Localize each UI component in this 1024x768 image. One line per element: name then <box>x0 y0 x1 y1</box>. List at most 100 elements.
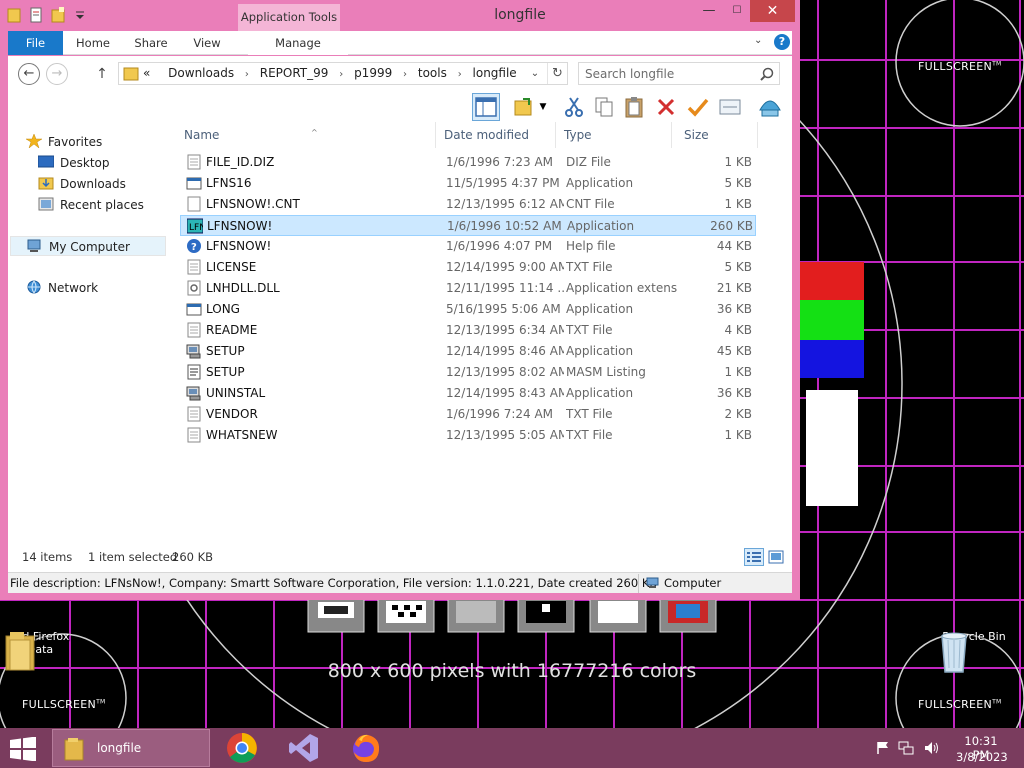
tab-file[interactable]: File <box>8 31 63 55</box>
table-row[interactable]: LONG 5/16/1995 5:06 AM Application 36 KB <box>180 299 756 320</box>
file-date-modified: 5/16/1995 5:06 AM <box>446 302 561 316</box>
shell-icon[interactable] <box>756 93 784 121</box>
maximize-button[interactable]: ☐ <box>722 0 752 22</box>
minimize-button[interactable]: — <box>694 0 724 22</box>
file-date-modified: 1/6/1996 4:07 PM <box>446 239 553 253</box>
table-row[interactable]: LFNSNOW!.CNT 12/13/1995 6:12 AM CNT File 1 … <box>180 194 756 215</box>
file-type: Application extens... <box>566 281 678 295</box>
application-icon <box>186 177 202 190</box>
desktop-icon-recycle-bin[interactable]: Recycle Bin <box>934 630 1014 673</box>
breadcrumb-item-report99[interactable]: REPORT_99 <box>260 66 329 80</box>
visual-studio-icon[interactable] <box>288 732 320 764</box>
file-name: SETUP <box>206 365 245 379</box>
table-row[interactable]: VENDOR 1/6/1996 7:24 AM TXT File 2 KB <box>180 404 756 425</box>
cut-icon[interactable] <box>560 93 588 121</box>
close-button[interactable]: ✕ <box>750 0 795 22</box>
quick-access-toolbar <box>6 6 88 24</box>
up-button[interactable]: ↑ <box>94 64 110 86</box>
table-row[interactable]: LICENSE 12/14/1995 9:00 AM TXT File 5 KB <box>180 257 756 278</box>
file-name: LFNS16 <box>206 176 252 190</box>
network-status-icon[interactable] <box>898 741 914 755</box>
help-icon[interactable]: ? <box>774 34 790 50</box>
file-type: CNT File <box>566 197 615 211</box>
file-size: 36 KB <box>716 302 752 316</box>
tab-view[interactable]: View <box>182 31 232 55</box>
folder-icon[interactable] <box>6 6 22 24</box>
column-header-type[interactable]: Type <box>558 122 672 148</box>
properties-icon[interactable] <box>28 6 44 24</box>
tab-share[interactable]: Share <box>126 31 176 55</box>
file-size: 21 KB <box>716 281 752 295</box>
copy-icon[interactable] <box>590 93 618 121</box>
file-name: LFNSNOW! <box>206 239 272 253</box>
nav-item-network[interactable]: Network <box>26 278 98 298</box>
table-row[interactable]: LNHDLL.DLL 12/11/1995 11:14 ... Applicatio… <box>180 278 756 299</box>
column-header-size[interactable]: Size <box>678 122 758 148</box>
windows-start-icon[interactable] <box>8 737 38 761</box>
breadcrumb-item-longfile[interactable]: longfile <box>473 66 517 80</box>
expand-ribbon-icon[interactable]: ⌄ <box>754 35 770 46</box>
desktop-icon-old-firefox-data[interactable]: Old Firefox Data <box>0 630 80 671</box>
volume-icon[interactable] <box>924 741 940 755</box>
search-input[interactable] <box>585 65 755 82</box>
breadcrumb-item-p1999[interactable]: p1999 <box>354 66 392 80</box>
new-folder-icon[interactable] <box>50 6 66 24</box>
clock-date[interactable]: 3/8/2023 <box>956 750 1008 764</box>
firefox-icon[interactable] <box>350 732 382 764</box>
breadcrumb-item-tools[interactable]: tools <box>418 66 447 80</box>
properties-icon[interactable] <box>716 93 744 121</box>
tab-home[interactable]: Home <box>68 31 118 55</box>
table-row[interactable]: UNINSTAL 12/14/1995 8:43 AM Application 36 … <box>180 383 756 404</box>
table-row[interactable]: ? LFNSNOW! 1/6/1996 4:07 PM Help file 44 KB <box>180 236 756 257</box>
move-to-folder-icon[interactable] <box>510 93 538 121</box>
table-row[interactable]: LFNS16 11/5/1995 4:37 PM Application 5 KB <box>180 173 756 194</box>
column-header-name[interactable]: Name ^ <box>178 122 436 148</box>
file-type: Application <box>566 302 634 316</box>
large-icons-view-icon[interactable] <box>768 549 784 565</box>
title-bar[interactable]: Application Tools longfile — ☐ ✕ <box>0 0 800 31</box>
breadcrumb-item-downloads[interactable]: Downloads <box>168 66 234 80</box>
file-date-modified: 12/13/1995 8:02 AM <box>446 365 564 379</box>
explorer-window: Application Tools longfile — ☐ ✕ File Ho… <box>0 0 800 600</box>
forward-button[interactable]: → <box>46 63 68 85</box>
file-type: Application <box>566 344 634 358</box>
taskbar-item-longfile[interactable]: longfile <box>52 729 210 767</box>
file-date-modified: 11/5/1995 4:37 PM <box>446 176 560 190</box>
address-bar[interactable]: « Downloads › REPORT_99 › p1999 › tools … <box>118 62 568 85</box>
table-row[interactable]: SETUP 12/14/1995 8:46 AM Application 45 KB <box>180 341 756 362</box>
table-row[interactable]: WHATSNEW 12/13/1995 5:05 AM TXT File 1 KB <box>180 425 756 446</box>
nav-item-downloads[interactable]: Downloads <box>38 174 126 194</box>
breadcrumb-overflow[interactable]: « <box>143 66 150 80</box>
nav-item-favorites[interactable]: Favorites <box>26 132 102 152</box>
address-dropdown-icon[interactable]: ⌄ <box>527 63 543 84</box>
nav-item-my-computer[interactable]: My Computer <box>10 236 166 256</box>
table-row[interactable]: SETUP 12/13/1995 8:02 AM MASM Listing 1 KB <box>180 362 756 383</box>
nav-item-recent-places[interactable]: Recent places <box>38 195 144 215</box>
delete-icon[interactable] <box>652 93 680 121</box>
back-button[interactable]: ← <box>18 63 40 85</box>
paste-icon[interactable] <box>620 93 648 121</box>
customize-toolbar-icon[interactable] <box>72 6 88 24</box>
network-icon <box>27 280 41 294</box>
file-name: FILE_ID.DIZ <box>206 155 275 169</box>
file-date-modified: 12/13/1995 6:12 AM <box>446 197 564 211</box>
file-name: UNINSTAL <box>206 386 266 400</box>
location-computer: Computer <box>646 576 721 590</box>
search-icon[interactable] <box>759 66 775 82</box>
chevron-down-icon[interactable]: ▼ <box>536 93 550 121</box>
nav-item-desktop[interactable]: Desktop <box>38 153 110 173</box>
refresh-icon[interactable]: ↻ <box>547 63 567 84</box>
column-header-date-modified[interactable]: Date modified <box>438 122 556 148</box>
flag-icon[interactable] <box>876 741 890 755</box>
table-row[interactable]: FILE_ID.DIZ 1/6/1996 7:23 AM DIZ File 1 KB <box>180 152 756 173</box>
dll-file-icon <box>187 280 201 296</box>
rename-checkmark-icon[interactable] <box>684 93 712 121</box>
preview-pane-icon[interactable] <box>472 93 500 121</box>
tab-manage[interactable]: Manage <box>248 31 348 55</box>
table-row[interactable]: README 12/13/1995 6:34 AM TXT File 4 KB <box>180 320 756 341</box>
table-row[interactable]: LFN LFNSNOW! 1/6/1996 10:52 AM Application 2… <box>180 215 756 236</box>
details-view-button[interactable] <box>744 548 764 566</box>
folder-icon <box>5 632 35 671</box>
chrome-icon[interactable] <box>226 732 258 764</box>
text-file-icon <box>187 154 201 170</box>
